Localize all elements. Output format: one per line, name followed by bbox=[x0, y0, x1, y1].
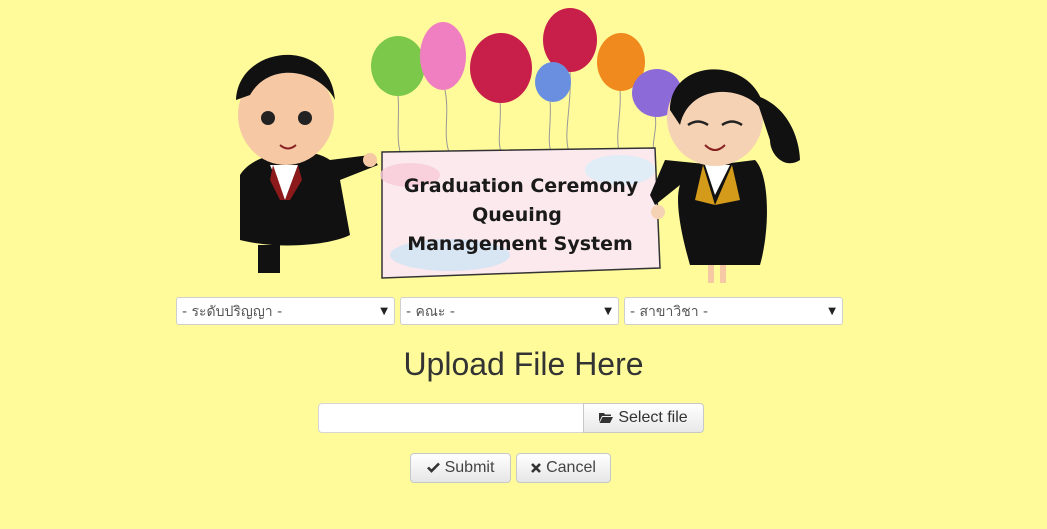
male-graduate-illustration bbox=[236, 54, 378, 273]
upload-title: Upload File Here bbox=[403, 346, 644, 382]
cancel-button[interactable]: Cancel bbox=[516, 453, 611, 483]
chevron-down-icon: ▼ bbox=[828, 306, 836, 317]
check-icon bbox=[426, 461, 440, 476]
close-icon bbox=[531, 461, 542, 476]
graduation-banner-illustration: Graduation Ceremony Queuing Management S… bbox=[210, 0, 820, 290]
degree-level-select[interactable]: - ระดับปริญญา - ▼ bbox=[176, 297, 395, 325]
banner-title-line1: Graduation Ceremony bbox=[404, 175, 639, 197]
chevron-down-icon: ▼ bbox=[380, 306, 388, 317]
faculty-select[interactable]: - คณะ - ▼ bbox=[400, 297, 619, 325]
page: Graduation Ceremony Queuing Management S… bbox=[0, 0, 1047, 529]
file-path-input[interactable] bbox=[318, 403, 583, 433]
chevron-down-icon: ▼ bbox=[604, 306, 612, 317]
female-graduate-illustration bbox=[650, 69, 800, 283]
submit-button[interactable]: Submit bbox=[410, 453, 511, 483]
major-select[interactable]: - สาขาวิชา - ▼ bbox=[624, 297, 843, 325]
balloon-pink bbox=[420, 22, 466, 90]
select-file-button[interactable]: Select file bbox=[583, 403, 704, 433]
form-actions: Submit Cancel bbox=[410, 453, 611, 483]
balloon-green bbox=[371, 36, 425, 96]
major-select-value: - สาขาวิชา - bbox=[630, 304, 709, 320]
balloon-blue bbox=[535, 62, 571, 102]
banner-title-line2: Queuing bbox=[472, 204, 562, 226]
cancel-label: Cancel bbox=[546, 459, 596, 476]
banner-title-line3: Management System bbox=[407, 233, 633, 255]
submit-label: Submit bbox=[444, 459, 495, 476]
balloon-red bbox=[470, 33, 532, 103]
folder-open-icon bbox=[599, 411, 614, 426]
faculty-select-value: - คณะ - bbox=[406, 304, 455, 320]
degree-level-select-value: - ระดับปริญญา - bbox=[182, 304, 283, 320]
select-file-label: Select file bbox=[618, 409, 688, 426]
file-upload-group: Select file bbox=[318, 403, 704, 433]
filter-selects: - ระดับปริญญา - ▼ - คณะ - ▼ - สาขาวิชา -… bbox=[176, 297, 843, 325]
